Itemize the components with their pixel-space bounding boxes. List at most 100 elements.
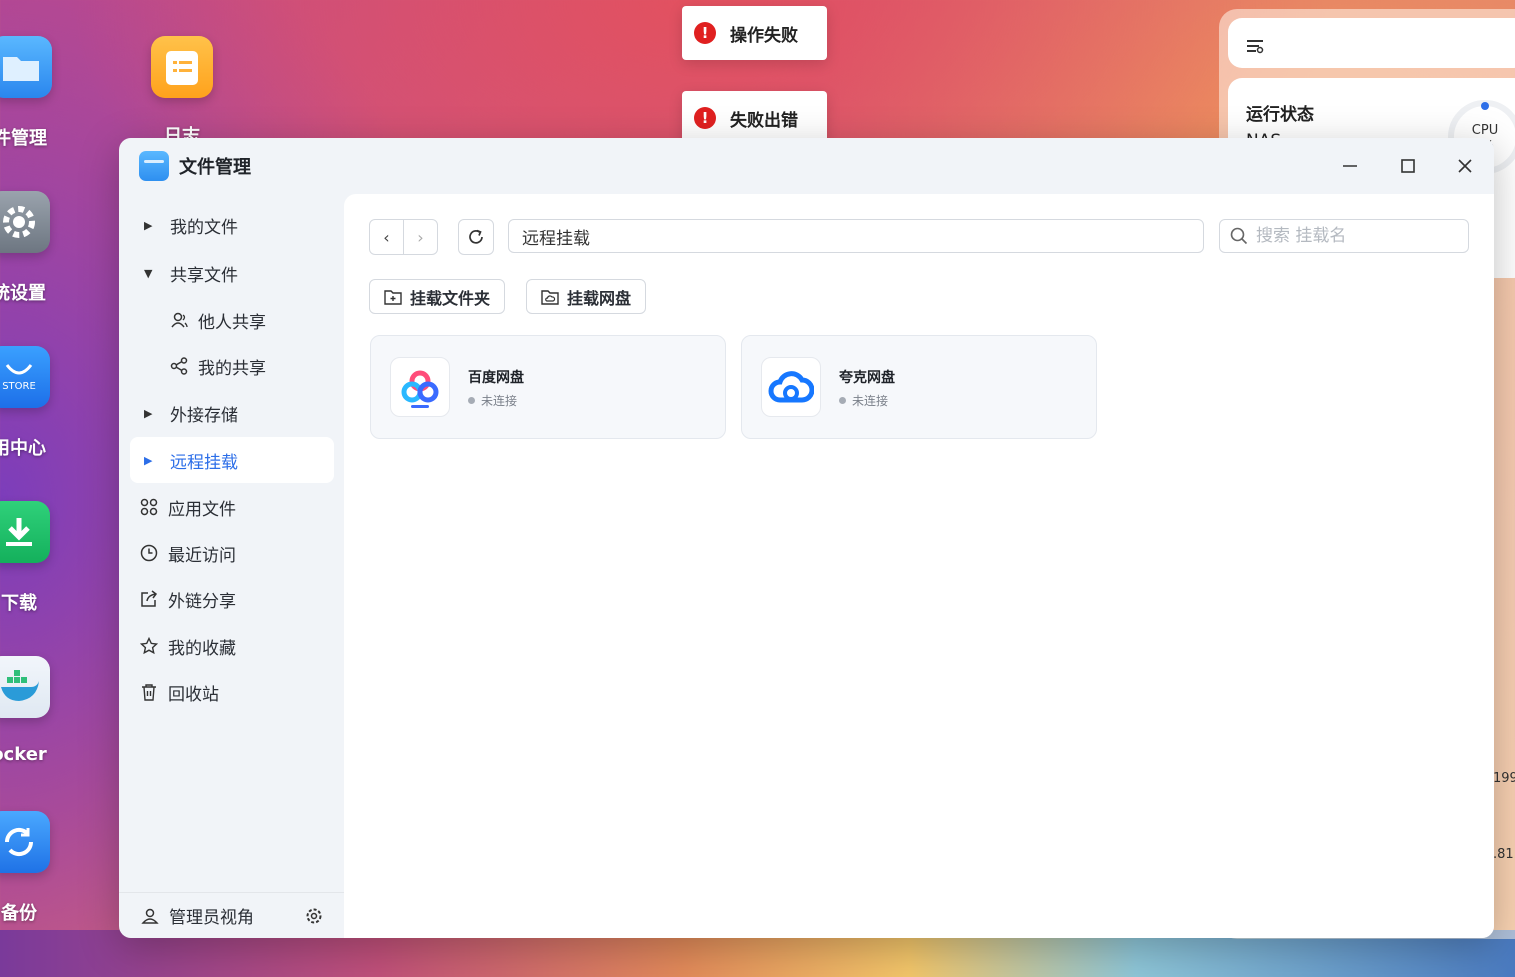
caret-down-icon[interactable]: ▼ (144, 267, 164, 280)
folder-cloud-icon (541, 289, 559, 305)
sidebar-item-label: 应用文件 (168, 499, 236, 520)
desktop-icon-settings[interactable]: 统设置 (0, 191, 50, 305)
window-title: 文件管理 (179, 157, 251, 178)
maximize-button[interactable] (1394, 152, 1422, 180)
history-nav: ‹ › (369, 219, 438, 255)
caret-right-icon[interactable]: ▶ (144, 407, 164, 420)
close-icon (1458, 159, 1472, 173)
sidebar-item-favorites[interactable]: 我的收藏 (130, 623, 334, 669)
star-icon (140, 637, 162, 655)
gauge-indicator (1481, 102, 1489, 110)
path-bar[interactable]: 远程挂载 (508, 219, 1204, 253)
clock-icon (140, 544, 162, 562)
sidebar-item-label: 我的文件 (170, 217, 238, 238)
desktop-icon-file-manager[interactable]: 件管理 (0, 36, 52, 150)
mount-cloud-label: 挂载网盘 (567, 288, 632, 308)
backup-icon (0, 811, 50, 873)
error-icon: ! (694, 107, 716, 129)
sidebar-item-label: 最近访问 (168, 545, 236, 566)
minimize-button[interactable] (1336, 152, 1364, 180)
quark-cloud-logo (761, 357, 821, 417)
download-icon (0, 501, 50, 563)
desktop-icon-label: 用中心 (0, 438, 46, 459)
caret-right-icon[interactable]: ▶ (144, 219, 164, 232)
back-button[interactable]: ‹ (370, 220, 403, 254)
admin-user-icon (141, 907, 159, 925)
error-icon: ! (694, 22, 716, 44)
chevron-left-icon: ‹ (383, 227, 390, 247)
desktop-icon-label: 统设置 (0, 283, 46, 304)
sidebar-item-label: 远程挂载 (170, 452, 238, 473)
search-icon (1230, 227, 1248, 245)
path-text: 远程挂载 (522, 228, 590, 249)
desktop-icon-label: 备份 (1, 903, 37, 924)
mount-name: 夸克网盘 (839, 370, 895, 386)
mount-status-text: 未连接 (481, 394, 518, 408)
sidebar-item-label: 我的收藏 (168, 638, 236, 659)
desktop-icon-backup[interactable]: 备份 (0, 811, 50, 925)
desktop-icon-docker[interactable]: ocker (0, 656, 50, 765)
sidebar-item-label: 他人共享 (198, 312, 266, 333)
mount-status: 未连接 (839, 392, 888, 409)
mount-status: 未连接 (468, 392, 517, 409)
edge-value: .81 (1493, 847, 1514, 862)
sidebar-item-recent[interactable]: 最近访问 (130, 530, 334, 576)
desktop-icon-download[interactable]: 下载 (0, 501, 50, 615)
store-icon: STORE (0, 346, 50, 408)
mount-cloud-button[interactable]: 挂载网盘 (526, 279, 647, 314)
status-dot (468, 397, 475, 404)
sidebar-item-external-share[interactable]: 外链分享 (130, 576, 334, 622)
mount-card-quark[interactable]: 夸克网盘 未连接 (741, 335, 1097, 439)
users-icon (170, 311, 192, 329)
refresh-button[interactable] (458, 219, 494, 255)
caret-right-icon[interactable]: ▶ (144, 454, 164, 467)
forward-button[interactable]: › (403, 220, 437, 254)
sidebar-item-external-storage[interactable]: ▶ 外接存储 (130, 390, 334, 436)
mount-folder-button[interactable]: 挂载文件夹 (369, 279, 506, 314)
mount-card-baidu[interactable]: 百度网盘 未连接 (370, 335, 726, 439)
toast-message: 失败出错 (730, 110, 798, 131)
sidebar-item-my-share[interactable]: 我的共享 (130, 343, 334, 389)
chevron-right-icon: › (417, 227, 424, 247)
error-toast: ! 失败出错 (682, 91, 827, 145)
settings-gear-icon[interactable] (304, 906, 324, 926)
filter-menu-icon[interactable] (1246, 38, 1264, 54)
status-dot (839, 397, 846, 404)
search-input[interactable] (1256, 226, 1456, 246)
sidebar-item-remote-mount[interactable]: ▶ 远程挂载 (130, 437, 334, 483)
gauge-label: CPU (1471, 123, 1499, 138)
gear-icon (0, 191, 50, 253)
window-titlebar[interactable]: 文件管理 (119, 138, 1494, 194)
desktop-icon-log[interactable]: 日志 (151, 36, 213, 148)
docker-icon (0, 656, 50, 718)
toast-message: 操作失败 (730, 25, 798, 46)
file-manager-window: 文件管理 ▶ 我的文件 ▼ 共享文件 他人共享 我的共享 ▶ 外接存储 ▶ 远程… (119, 138, 1494, 938)
sidebar-item-label: 外链分享 (168, 591, 236, 612)
error-toast: ! 操作失败 (682, 6, 827, 60)
mount-folder-label: 挂载文件夹 (410, 288, 491, 308)
admin-view-label: 管理员视角 (169, 908, 254, 928)
desktop-icon-label: 下载 (1, 593, 37, 614)
sidebar-item-label: 共享文件 (170, 265, 238, 286)
apps-icon (140, 498, 162, 516)
baidu-netdisk-logo (390, 357, 450, 417)
desktop-icon-app-center[interactable]: STORE 用中心 (0, 346, 50, 460)
desktop-icon-label: ocker (0, 744, 47, 765)
sidebar-item-trash[interactable]: 回收站 (130, 669, 334, 715)
sidebar-item-my-files[interactable]: ▶ 我的文件 (130, 202, 334, 248)
store-text: STORE (2, 380, 36, 392)
sidebar-item-others-share[interactable]: 他人共享 (130, 297, 334, 343)
main-content: ‹ › 远程挂载 挂载文件夹 挂载网盘 (344, 194, 1494, 938)
trash-icon (140, 683, 162, 701)
close-button[interactable] (1451, 152, 1479, 180)
sidebar-item-label: 我的共享 (198, 358, 266, 379)
sidebar-item-shared-files[interactable]: ▼ 共享文件 (130, 250, 334, 296)
sidebar-item-app-files[interactable]: 应用文件 (130, 484, 334, 530)
mount-name: 百度网盘 (468, 370, 524, 386)
maximize-icon (1401, 159, 1415, 173)
desktop-icon-label: 件管理 (0, 128, 47, 149)
folder-add-icon (384, 289, 402, 305)
admin-view-toggle[interactable]: 管理员视角 (119, 892, 344, 938)
share-icon (170, 357, 192, 375)
sidebar-item-label: 外接存储 (170, 405, 238, 426)
